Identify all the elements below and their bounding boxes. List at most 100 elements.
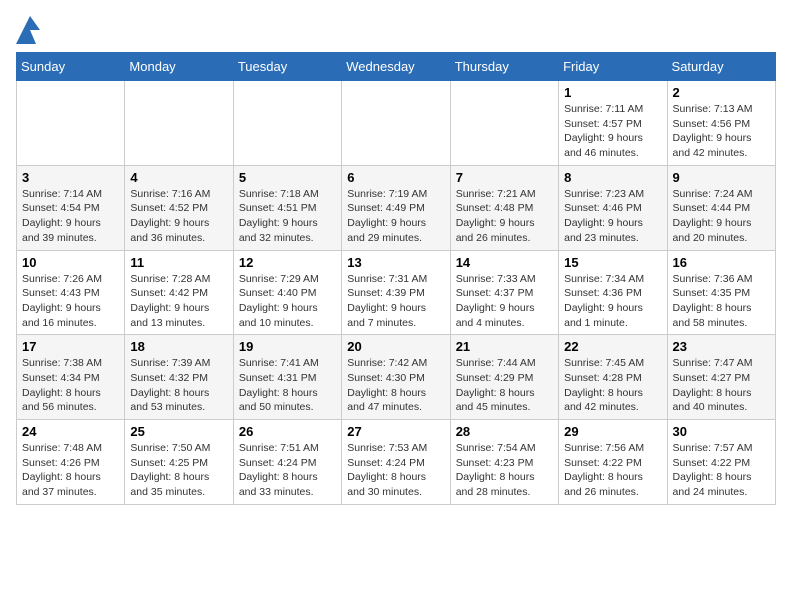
calendar-cell: 1 Sunrise: 7:11 AM Sunset: 4:57 PM Daylig… [559, 81, 667, 166]
day-info: Sunrise: 7:57 AM Sunset: 4:22 PM Dayligh… [673, 441, 770, 500]
day-info: Sunrise: 7:18 AM Sunset: 4:51 PM Dayligh… [239, 187, 336, 246]
weekday-header-thursday: Thursday [450, 53, 558, 81]
calendar-cell [125, 81, 233, 166]
day-number: 15 [564, 255, 661, 270]
page-header [16, 16, 776, 44]
day-number: 8 [564, 170, 661, 185]
calendar-cell: 26 Sunrise: 7:51 AM Sunset: 4:24 PM Dayli… [233, 420, 341, 505]
day-info: Sunrise: 7:54 AM Sunset: 4:23 PM Dayligh… [456, 441, 553, 500]
calendar-cell: 27 Sunrise: 7:53 AM Sunset: 4:24 PM Dayli… [342, 420, 450, 505]
weekday-header-tuesday: Tuesday [233, 53, 341, 81]
day-number: 2 [673, 85, 770, 100]
calendar-cell: 23 Sunrise: 7:47 AM Sunset: 4:27 PM Dayli… [667, 335, 775, 420]
calendar-cell: 8 Sunrise: 7:23 AM Sunset: 4:46 PM Daylig… [559, 165, 667, 250]
day-info: Sunrise: 7:38 AM Sunset: 4:34 PM Dayligh… [22, 356, 119, 415]
day-number: 26 [239, 424, 336, 439]
day-info: Sunrise: 7:36 AM Sunset: 4:35 PM Dayligh… [673, 272, 770, 331]
calendar-week-row-1: 3Sunrise: 7:14 AM Sunset: 4:54 PM Daylig… [17, 165, 776, 250]
day-number: 14 [456, 255, 553, 270]
calendar-cell [17, 81, 125, 166]
calendar-cell: 14 Sunrise: 7:33 AM Sunset: 4:37 PM Dayli… [450, 250, 558, 335]
day-number: 11 [130, 255, 227, 270]
calendar-cell: 28 Sunrise: 7:54 AM Sunset: 4:23 PM Dayli… [450, 420, 558, 505]
logo-icon [16, 16, 40, 44]
day-info: Sunrise: 7:31 AM Sunset: 4:39 PM Dayligh… [347, 272, 444, 331]
weekday-header-friday: Friday [559, 53, 667, 81]
day-number: 10 [22, 255, 119, 270]
day-info: Sunrise: 7:41 AM Sunset: 4:31 PM Dayligh… [239, 356, 336, 415]
calendar-week-row-3: 17 Sunrise: 7:38 AM Sunset: 4:34 PM Dayli… [17, 335, 776, 420]
day-info: Sunrise: 7:16 AM Sunset: 4:52 PM Dayligh… [130, 187, 227, 246]
day-number: 12 [239, 255, 336, 270]
calendar-cell: 7 Sunrise: 7:21 AM Sunset: 4:48 PM Daylig… [450, 165, 558, 250]
day-number: 13 [347, 255, 444, 270]
day-info: Sunrise: 7:11 AM Sunset: 4:57 PM Dayligh… [564, 102, 661, 161]
day-info: Sunrise: 7:13 AM Sunset: 4:56 PM Dayligh… [673, 102, 770, 161]
weekday-header-saturday: Saturday [667, 53, 775, 81]
day-number: 7 [456, 170, 553, 185]
calendar-cell: 19 Sunrise: 7:41 AM Sunset: 4:31 PM Dayli… [233, 335, 341, 420]
day-info: Sunrise: 7:56 AM Sunset: 4:22 PM Dayligh… [564, 441, 661, 500]
day-number: 23 [673, 339, 770, 354]
weekday-header-sunday: Sunday [17, 53, 125, 81]
day-info: Sunrise: 7:53 AM Sunset: 4:24 PM Dayligh… [347, 441, 444, 500]
day-info: Sunrise: 7:34 AM Sunset: 4:36 PM Dayligh… [564, 272, 661, 331]
day-number: 18 [130, 339, 227, 354]
calendar-cell: 15 Sunrise: 7:34 AM Sunset: 4:36 PM Dayli… [559, 250, 667, 335]
calendar-cell: 29 Sunrise: 7:56 AM Sunset: 4:22 PM Dayli… [559, 420, 667, 505]
day-info: Sunrise: 7:50 AM Sunset: 4:25 PM Dayligh… [130, 441, 227, 500]
day-number: 20 [347, 339, 444, 354]
day-number: 9 [673, 170, 770, 185]
day-info: Sunrise: 7:33 AM Sunset: 4:37 PM Dayligh… [456, 272, 553, 331]
calendar-cell [342, 81, 450, 166]
calendar-week-row-2: 10 Sunrise: 7:26 AM Sunset: 4:43 PM Dayli… [17, 250, 776, 335]
day-info: Sunrise: 7:24 AM Sunset: 4:44 PM Dayligh… [673, 187, 770, 246]
calendar-cell: 30Sunrise: 7:57 AM Sunset: 4:22 PM Dayli… [667, 420, 775, 505]
day-info: Sunrise: 7:19 AM Sunset: 4:49 PM Dayligh… [347, 187, 444, 246]
calendar-cell: 17 Sunrise: 7:38 AM Sunset: 4:34 PM Dayli… [17, 335, 125, 420]
day-number: 25 [130, 424, 227, 439]
logo [16, 16, 44, 44]
day-number: 29 [564, 424, 661, 439]
day-info: Sunrise: 7:14 AM Sunset: 4:54 PM Dayligh… [22, 187, 119, 246]
day-info: Sunrise: 7:21 AM Sunset: 4:48 PM Dayligh… [456, 187, 553, 246]
day-number: 28 [456, 424, 553, 439]
day-info: Sunrise: 7:47 AM Sunset: 4:27 PM Dayligh… [673, 356, 770, 415]
day-info: Sunrise: 7:51 AM Sunset: 4:24 PM Dayligh… [239, 441, 336, 500]
day-number: 27 [347, 424, 444, 439]
calendar-cell: 4 Sunrise: 7:16 AM Sunset: 4:52 PM Daylig… [125, 165, 233, 250]
calendar-cell: 25 Sunrise: 7:50 AM Sunset: 4:25 PM Dayli… [125, 420, 233, 505]
calendar-cell: 6 Sunrise: 7:19 AM Sunset: 4:49 PM Daylig… [342, 165, 450, 250]
day-info: Sunrise: 7:39 AM Sunset: 4:32 PM Dayligh… [130, 356, 227, 415]
weekday-header-monday: Monday [125, 53, 233, 81]
day-info: Sunrise: 7:44 AM Sunset: 4:29 PM Dayligh… [456, 356, 553, 415]
day-number: 24 [22, 424, 119, 439]
day-number: 19 [239, 339, 336, 354]
calendar-cell: 18 Sunrise: 7:39 AM Sunset: 4:32 PM Dayli… [125, 335, 233, 420]
day-number: 17 [22, 339, 119, 354]
day-info: Sunrise: 7:42 AM Sunset: 4:30 PM Dayligh… [347, 356, 444, 415]
weekday-header-wednesday: Wednesday [342, 53, 450, 81]
day-number: 16 [673, 255, 770, 270]
calendar-cell: 2 Sunrise: 7:13 AM Sunset: 4:56 PM Daylig… [667, 81, 775, 166]
day-info: Sunrise: 7:45 AM Sunset: 4:28 PM Dayligh… [564, 356, 661, 415]
calendar-cell [233, 81, 341, 166]
calendar-cell: 9 Sunrise: 7:24 AM Sunset: 4:44 PM Daylig… [667, 165, 775, 250]
calendar-cell: 22Sunrise: 7:45 AM Sunset: 4:28 PM Dayli… [559, 335, 667, 420]
day-info: Sunrise: 7:48 AM Sunset: 4:26 PM Dayligh… [22, 441, 119, 500]
calendar-cell [450, 81, 558, 166]
calendar-cell: 11 Sunrise: 7:28 AM Sunset: 4:42 PM Dayli… [125, 250, 233, 335]
calendar-week-row-0: 1 Sunrise: 7:11 AM Sunset: 4:57 PM Daylig… [17, 81, 776, 166]
day-number: 21 [456, 339, 553, 354]
calendar-cell: 5Sunrise: 7:18 AM Sunset: 4:51 PM Daylig… [233, 165, 341, 250]
day-info: Sunrise: 7:28 AM Sunset: 4:42 PM Dayligh… [130, 272, 227, 331]
calendar-cell: 3Sunrise: 7:14 AM Sunset: 4:54 PM Daylig… [17, 165, 125, 250]
day-info: Sunrise: 7:23 AM Sunset: 4:46 PM Dayligh… [564, 187, 661, 246]
day-number: 6 [347, 170, 444, 185]
day-number: 4 [130, 170, 227, 185]
day-number: 1 [564, 85, 661, 100]
calendar-cell: 16 Sunrise: 7:36 AM Sunset: 4:35 PM Dayli… [667, 250, 775, 335]
calendar-cell: 24 Sunrise: 7:48 AM Sunset: 4:26 PM Dayli… [17, 420, 125, 505]
weekday-header-row: SundayMondayTuesdayWednesdayThursdayFrid… [17, 53, 776, 81]
day-info: Sunrise: 7:26 AM Sunset: 4:43 PM Dayligh… [22, 272, 119, 331]
